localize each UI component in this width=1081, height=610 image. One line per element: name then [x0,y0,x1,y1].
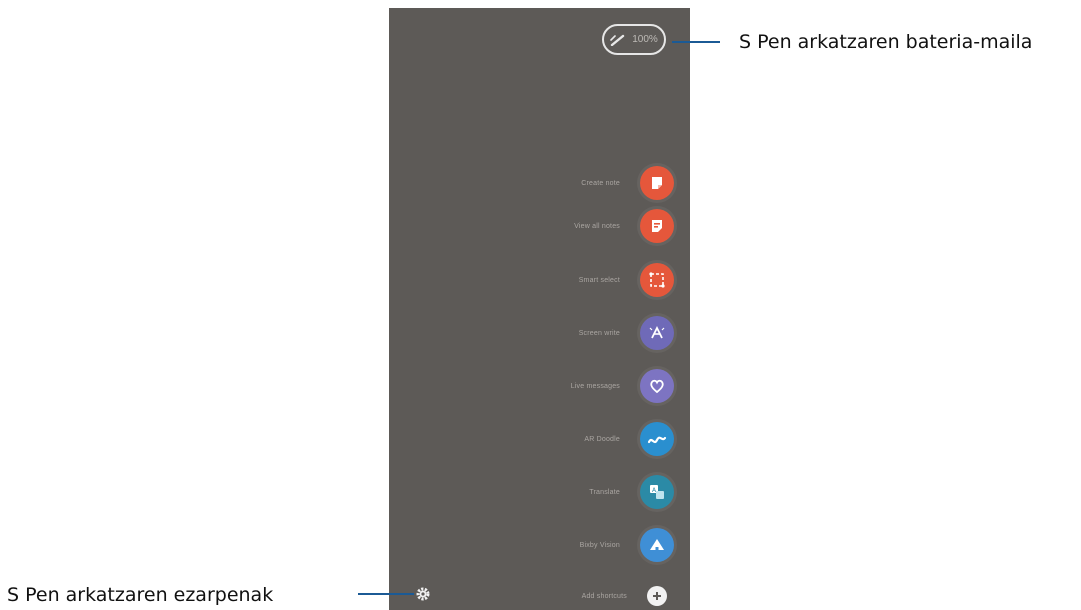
screen-write-icon [640,316,674,350]
create-note-icon [640,166,674,200]
translate-icon: A [640,475,674,509]
add-shortcuts-label: Add shortcuts [581,592,627,600]
add-shortcuts-row[interactable]: Add shortcuts [582,576,674,610]
menu-item-label: Create note [581,179,620,187]
menu-item-translate[interactable]: Translate A [589,472,674,512]
air-command-panel: 100% Create note View all notes Smart se… [389,8,690,610]
menu-item-label: Smart select [578,276,620,284]
ar-doodle-icon [640,422,674,456]
menu-item-smart-select[interactable]: Smart select [579,260,674,300]
menu-item-label: AR Doodle [584,435,620,443]
menu-item-create-note[interactable]: Create note [581,163,674,203]
battery-callout-line [672,41,720,43]
view-notes-icon [640,209,674,243]
screen: 100% Create note View all notes Smart se… [0,0,1081,610]
bixby-vision-icon [640,528,674,562]
menu-item-live-messages[interactable]: Live messages [571,366,674,406]
gear-icon[interactable] [415,586,431,602]
menu-item-view-notes[interactable]: View all notes [574,206,674,246]
smart-select-icon [640,263,674,297]
settings-callout-label: S Pen arkatzaren ezarpenak [7,584,274,606]
menu-item-label: Screen write [578,329,620,337]
live-messages-icon [640,369,674,403]
menu-item-bixby-vision[interactable]: Bixby Vision [580,525,674,565]
menu-item-label: Bixby Vision [579,541,620,549]
menu-item-label: View all notes [574,222,620,230]
battery-callout-label: S Pen arkatzaren bateria-maila [739,31,1033,53]
battery-level: 100% [632,34,658,45]
plus-icon [647,586,667,606]
menu-item-label: Live messages [570,382,620,390]
menu-item-ar-doodle[interactable]: AR Doodle [584,419,674,459]
s-pen-icon [610,34,626,46]
battery-indicator: 100% [602,24,666,55]
menu-item-screen-write[interactable]: Screen write [579,313,674,353]
menu-item-label: Translate [589,488,620,496]
settings-callout-line [358,593,414,595]
